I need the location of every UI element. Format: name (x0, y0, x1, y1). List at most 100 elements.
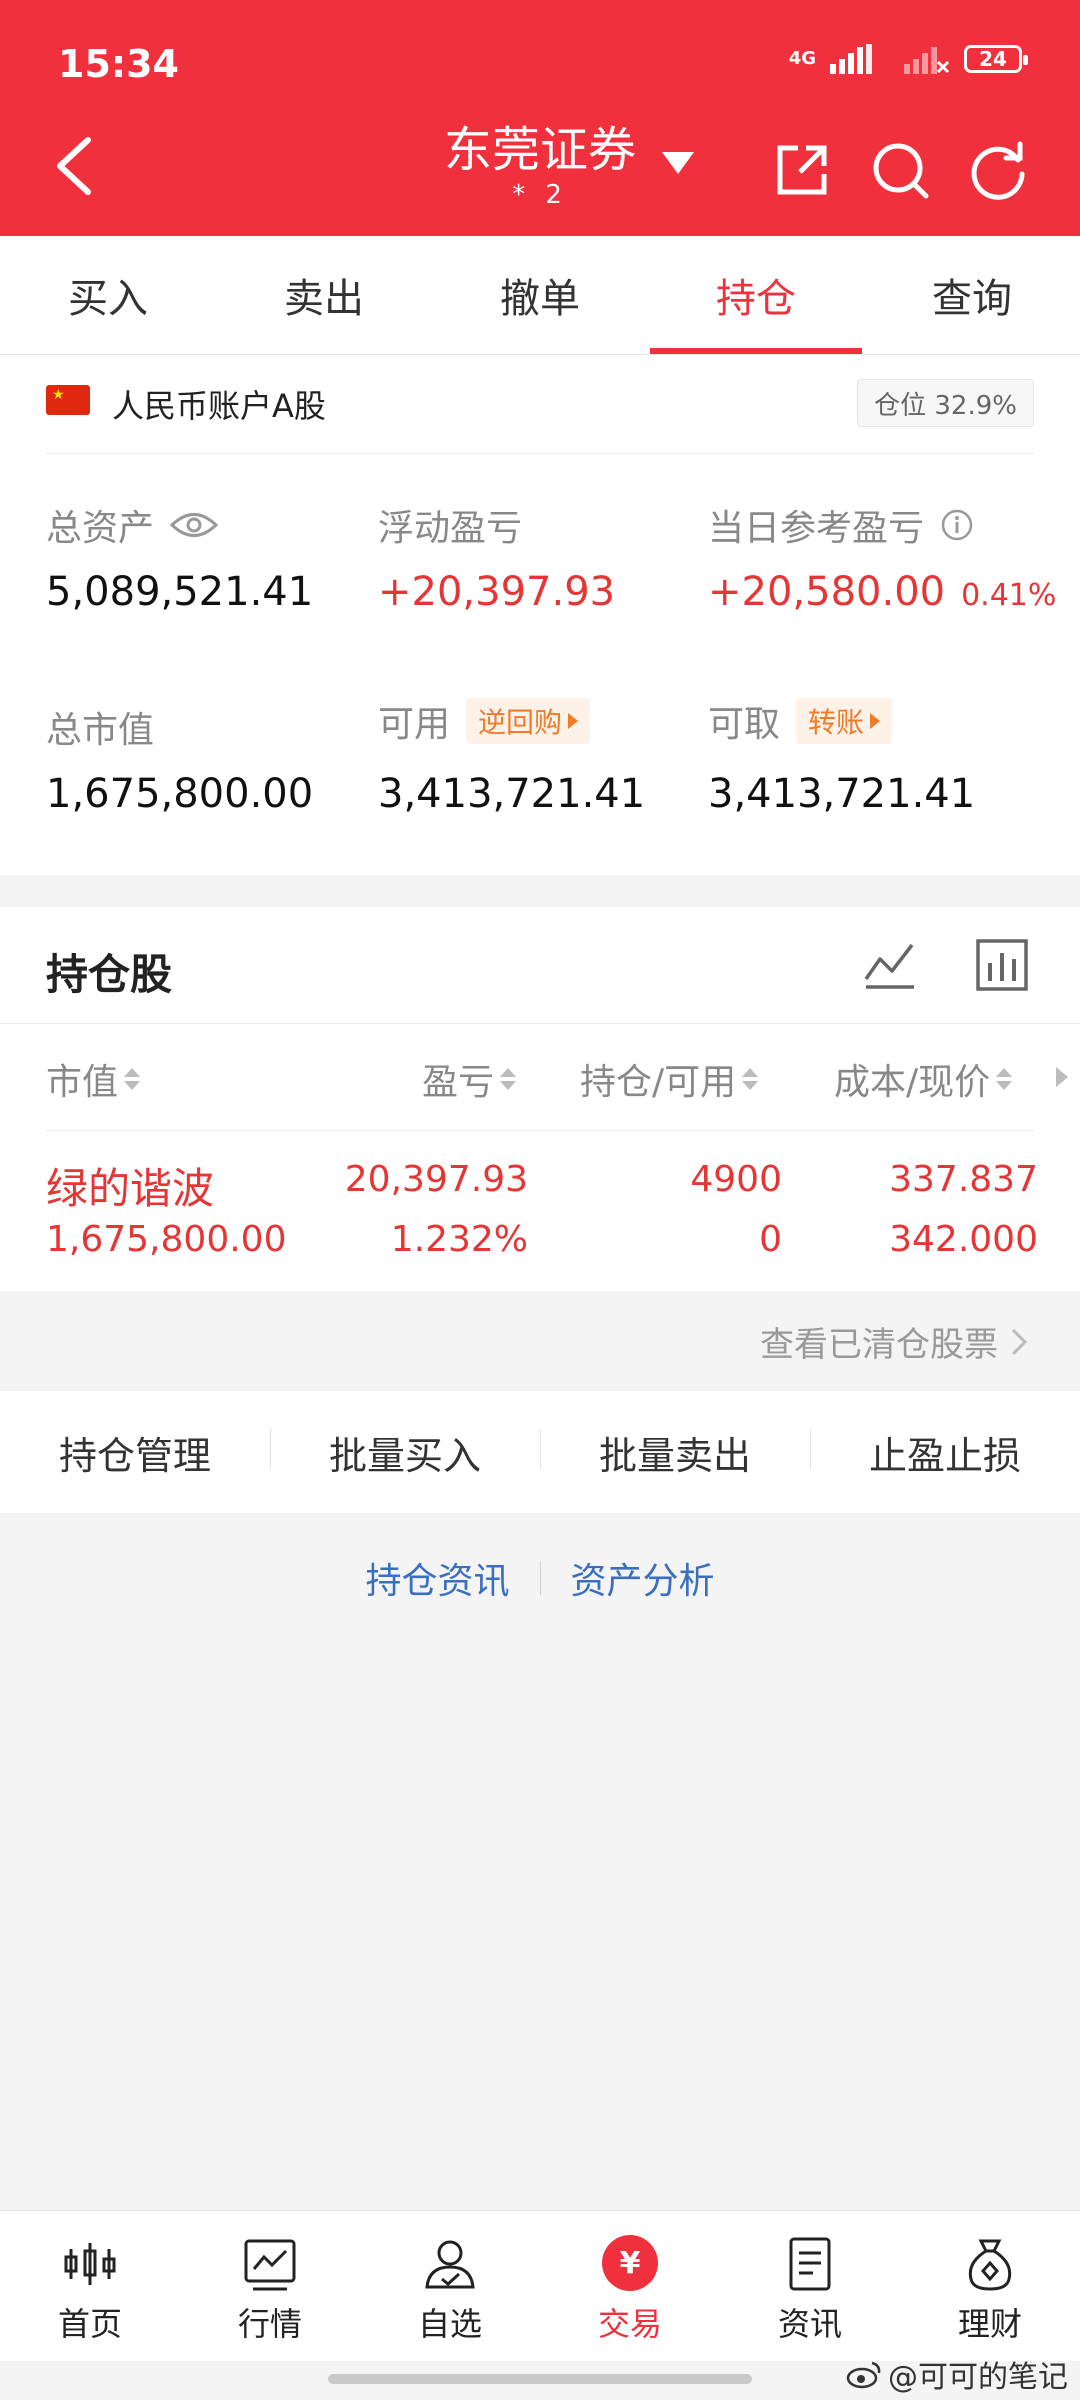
share-icon[interactable] (770, 138, 834, 202)
stock-pl-percent: 1.232% (390, 1219, 528, 1260)
yuan-icon: ¥ (602, 2235, 658, 2291)
col-header-pl[interactable]: 盈亏 (422, 1053, 517, 1105)
reverse-repo-button[interactable]: 逆回购 (466, 698, 591, 744)
trend-chart-icon (244, 2239, 296, 2291)
divider (46, 453, 1034, 454)
nav-label: 交易 (597, 2305, 662, 2343)
divider (46, 1130, 1034, 1131)
nav-market[interactable]: 行情 (180, 2211, 360, 2361)
document-icon (789, 2237, 831, 2291)
batch-buy-button[interactable]: 批量买入 (270, 1425, 540, 1480)
line-chart-icon[interactable] (862, 937, 918, 993)
col-label: 成本/现价 (834, 1062, 991, 1103)
tab-sell[interactable]: 卖出 (216, 236, 432, 354)
status-icons: 4G 24 (788, 44, 1028, 74)
holding-management-button[interactable]: 持仓管理 (0, 1425, 270, 1480)
system-home-indicator[interactable] (328, 2374, 752, 2384)
stock-pl: 20,397.93 (344, 1159, 528, 1200)
daily-pl: +20,580.00 0.41% (708, 569, 1056, 615)
holdings-title: 持仓股 (46, 950, 173, 999)
scroll-right-icon[interactable] (1056, 1067, 1068, 1087)
nav-wealth[interactable]: 理财 (900, 2211, 1080, 2361)
total-assets-value: 5,089,521.41 (46, 569, 314, 615)
triangle-right-icon (870, 713, 881, 729)
asset-analysis-link[interactable]: 资产分析 (541, 1552, 745, 1604)
daily-pl-label-text: 当日参考盈亏 (708, 508, 925, 549)
sort-icon (500, 1068, 517, 1090)
nav-trade[interactable]: ¥ 交易 (540, 2211, 720, 2361)
stop-profit-loss-button[interactable]: 止盈止损 (810, 1425, 1080, 1480)
candlestick-icon (64, 2243, 116, 2285)
daily-pl-label: 当日参考盈亏 (708, 499, 974, 551)
withdrawable-label-text: 可取 (708, 704, 781, 745)
network-type: 4G (788, 48, 816, 69)
tab-holdings[interactable]: 持仓 (648, 236, 864, 354)
cleared-stocks-link[interactable]: 查看已清仓股票 (760, 1317, 1028, 1366)
sort-icon (996, 1068, 1013, 1090)
daily-pl-value: +20,580.00 (708, 569, 946, 615)
available-value: 3,413,721.41 (378, 771, 646, 817)
user-check-icon (425, 2240, 475, 2289)
position-ratio-badge: 仓位 32.9% (857, 379, 1034, 427)
china-flag-icon: ★ (46, 385, 90, 415)
col-label: 市值 (46, 1062, 119, 1103)
tab-buy[interactable]: 买入 (0, 236, 216, 354)
batch-sell-button[interactable]: 批量卖出 (540, 1425, 810, 1480)
withdrawable-label: 可取 转账 (708, 695, 893, 747)
col-header-cost-price[interactable]: 成本/现价 (834, 1053, 1013, 1105)
bottom-nav: 首页 行情 自选 ¥ 交易 资讯 理财 (0, 2210, 1080, 2361)
divider (0, 1023, 1080, 1024)
nav-news[interactable]: 资讯 (720, 2211, 900, 2361)
nav-label: 自选 (417, 2305, 482, 2343)
nav-home[interactable]: 首页 (0, 2211, 180, 2361)
watermark: @可可的笔记 (846, 2352, 1068, 2396)
weibo-logo-icon (846, 2361, 881, 2389)
transfer-label: 转账 (808, 706, 865, 739)
col-header-position[interactable]: 持仓/可用 (580, 1053, 759, 1105)
stock-price: 342.000 (889, 1219, 1038, 1260)
eye-icon[interactable] (170, 510, 219, 540)
holding-news-link[interactable]: 持仓资讯 (335, 1552, 539, 1604)
app-header: 15:34 4G 24 东莞证券 * 2 (0, 0, 1080, 236)
battery-icon: 24 (964, 45, 1028, 73)
status-time: 15:34 (58, 42, 179, 86)
sort-icon (124, 1068, 141, 1090)
stock-name: 绿的谐波 (46, 1164, 215, 1213)
total-assets-label-text: 总资产 (46, 508, 155, 549)
account-summary: ★ 人民币账户A股 仓位 32.9% 总资产 5,089,521.41 浮动盈亏… (0, 355, 1080, 875)
refresh-icon[interactable] (966, 138, 1030, 202)
chevron-right-icon (1011, 1328, 1028, 1355)
holdings-section: 持仓股 市值 盈亏 持仓/可用 成本/现价 绿的谐波 1,675,800.00 … (0, 907, 1080, 1291)
holding-actions: 持仓管理 批量买入 批量卖出 止盈止损 (0, 1391, 1080, 1513)
nav-label: 首页 (57, 2305, 122, 2343)
nav-label: 行情 (237, 2305, 302, 2343)
trade-tabs: 买入 卖出 撤单 持仓 查询 (0, 236, 1080, 355)
nav-label: 资讯 (777, 2305, 842, 2343)
transfer-button[interactable]: 转账 (796, 698, 893, 744)
cleared-stocks-bar: 查看已清仓股票 (0, 1291, 1080, 1391)
cleared-stocks-label: 查看已清仓股票 (760, 1325, 998, 1365)
col-header-market-value[interactable]: 市值 (46, 1053, 141, 1105)
nav-watchlist[interactable]: 自选 (360, 2211, 540, 2361)
money-bag-icon (968, 2239, 1012, 2291)
sort-icon (742, 1068, 759, 1090)
market-value-value: 1,675,800.00 (46, 771, 314, 817)
signal-weak-icon (904, 47, 950, 74)
reverse-repo-label: 逆回购 (478, 706, 563, 739)
tab-cancel-order[interactable]: 撤单 (432, 236, 648, 354)
account-switch-caret-icon[interactable] (662, 152, 694, 174)
withdrawable-value: 3,413,721.41 (708, 771, 976, 817)
floating-pl-label: 浮动盈亏 (378, 508, 523, 549)
bottom-links: 持仓资讯 资产分析 (0, 1552, 1080, 1604)
stock-cost: 337.837 (889, 1159, 1038, 1200)
info-icon[interactable] (940, 508, 974, 542)
watermark-text: @可可的笔记 (888, 2360, 1068, 2395)
total-assets-label: 总资产 (46, 499, 219, 551)
account-name: 人民币账户A股 (112, 387, 326, 425)
available-label: 可用 逆回购 (378, 695, 591, 747)
floating-pl-value: +20,397.93 (378, 569, 616, 615)
tab-query[interactable]: 查询 (864, 236, 1080, 354)
search-icon[interactable] (868, 138, 932, 202)
bar-chart-icon[interactable] (974, 937, 1030, 993)
stock-position: 4900 (690, 1159, 782, 1200)
